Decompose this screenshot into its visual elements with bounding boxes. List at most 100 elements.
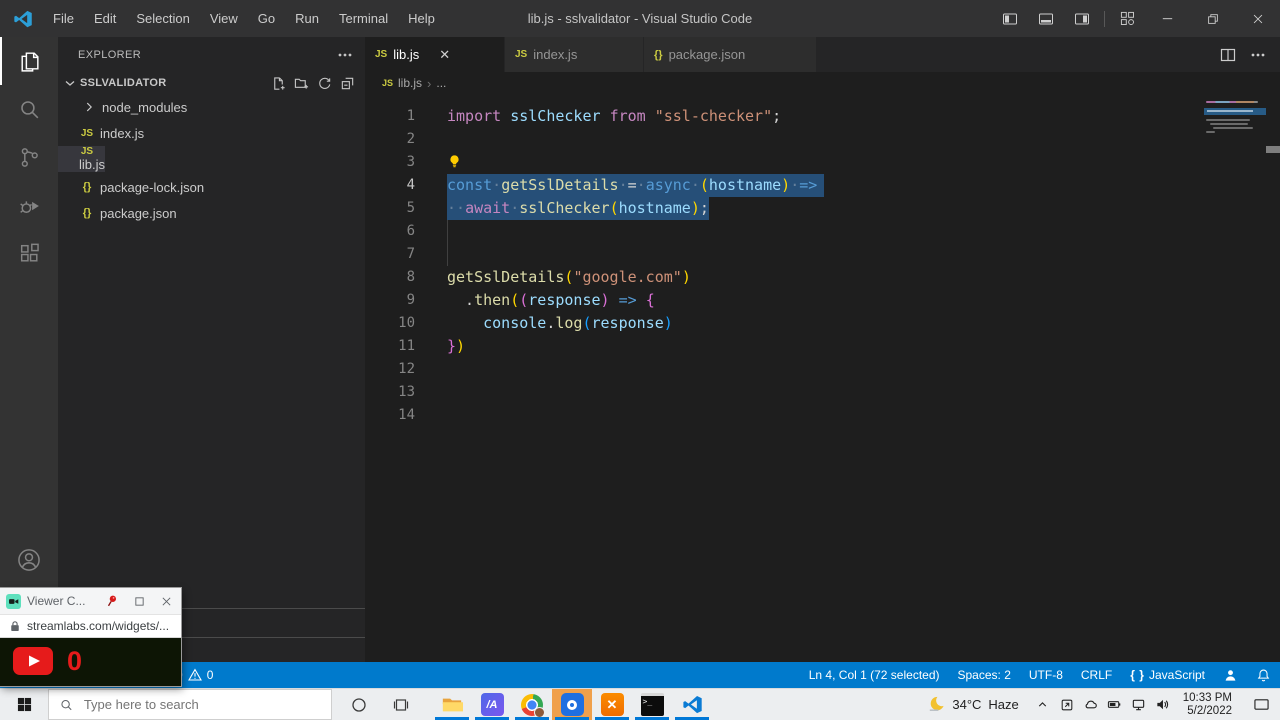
refresh-icon[interactable]: [317, 76, 332, 91]
minimize-button[interactable]: [1145, 0, 1190, 37]
close-button[interactable]: [1235, 0, 1280, 37]
weather-status[interactable]: 34°C Haze: [914, 695, 1030, 714]
account-icon[interactable]: [0, 536, 58, 584]
tree-item-lib-js[interactable]: JS lib.js: [58, 146, 105, 172]
cortana-icon[interactable]: [340, 689, 378, 720]
tree-item-package-lock-json[interactable]: {} package-lock.json: [58, 174, 365, 200]
code-line[interactable]: 12: [365, 358, 1280, 381]
language-mode-status[interactable]: { } JavaScript: [1121, 662, 1214, 688]
taskbar-clock[interactable]: 10:33 PM 5/2/2022: [1175, 692, 1242, 718]
code-line[interactable]: 14: [365, 404, 1280, 427]
taskbar-search[interactable]: [48, 689, 332, 720]
menu-edit[interactable]: Edit: [84, 11, 126, 26]
code-line[interactable]: 6: [365, 220, 1280, 243]
menu-file[interactable]: File: [43, 11, 84, 26]
restore-button[interactable]: [1190, 0, 1235, 37]
taskbar-app-command-prompt[interactable]: >_: [632, 689, 672, 720]
split-editor-icon[interactable]: [1220, 47, 1236, 63]
tab-close-icon[interactable]: ✕: [439, 47, 450, 63]
pin-icon[interactable]: [105, 594, 119, 608]
menu-go[interactable]: Go: [248, 11, 285, 26]
explorer-more-actions-icon[interactable]: [337, 47, 353, 63]
cursor-position-status[interactable]: Ln 4, Col 1 (72 selected): [800, 662, 949, 688]
selection-highlight: ··await·sslChecker(hostname);: [447, 197, 709, 220]
toggle-panel-icon[interactable]: [1028, 0, 1064, 37]
action-center-icon[interactable]: [1242, 697, 1280, 712]
menu-view[interactable]: View: [200, 11, 248, 26]
menu-terminal[interactable]: Terminal: [329, 11, 398, 26]
indentation-status[interactable]: Spaces: 2: [949, 662, 1020, 688]
taskbar-app-file-explorer[interactable]: [432, 689, 472, 720]
streamlabs-favicon: [6, 594, 21, 609]
code-area[interactable]: 1import sslChecker from "ssl-checker";23…: [365, 94, 1280, 662]
warning-count: 0: [207, 668, 214, 682]
menu-help[interactable]: Help: [398, 11, 445, 26]
scrollbar[interactable]: [1266, 94, 1280, 662]
editor-more-actions-icon[interactable]: [1250, 47, 1266, 63]
folder-section-header[interactable]: SSLVALIDATOR: [58, 72, 365, 94]
line-number: 11: [365, 335, 447, 358]
new-folder-icon[interactable]: [294, 76, 309, 91]
code-line[interactable]: 9 .then((response) => {: [365, 289, 1280, 312]
tray-ime-icon[interactable]: [1055, 698, 1079, 712]
collapse-folders-icon[interactable]: [340, 76, 355, 91]
viewer-address-bar[interactable]: streamlabs.com/widgets/...: [0, 614, 181, 638]
battery-icon[interactable]: [1103, 697, 1127, 712]
taskbar-app-slash-a[interactable]: /A: [472, 689, 512, 720]
code-line[interactable]: 3: [365, 151, 1280, 174]
breadcrumb-file[interactable]: lib.js: [398, 76, 422, 90]
code-line[interactable]: 1import sslChecker from "ssl-checker";: [365, 105, 1280, 128]
source-control-icon[interactable]: [0, 133, 58, 181]
viewer-count-window[interactable]: Viewer C... streamlabs.com/widgets/... 0: [0, 588, 181, 686]
new-file-icon[interactable]: [271, 76, 286, 91]
start-button[interactable]: [0, 689, 48, 720]
customize-layout-icon[interactable]: [1109, 0, 1145, 37]
braces-icon: { }: [1130, 668, 1145, 682]
feedback-icon[interactable]: [1214, 662, 1247, 688]
minimap[interactable]: [1204, 98, 1266, 258]
taskbar-app-xampp[interactable]: ✕: [592, 689, 632, 720]
code-line[interactable]: 13: [365, 381, 1280, 404]
line-content: console.log(response): [447, 312, 673, 335]
network-icon[interactable]: [1127, 697, 1151, 712]
taskbar-app-streamlabs[interactable]: [552, 689, 592, 720]
tab-package-json[interactable]: {} package.json: [644, 37, 817, 72]
eol-status[interactable]: CRLF: [1072, 662, 1121, 688]
task-view-icon[interactable]: [382, 689, 420, 720]
taskbar-app-chrome[interactable]: [512, 689, 552, 720]
breadcrumb-symbol[interactable]: ...: [436, 76, 446, 90]
code-line[interactable]: 2: [365, 128, 1280, 151]
code-line[interactable]: 8getSslDetails("google.com"): [365, 266, 1280, 289]
code-line[interactable]: 7: [365, 243, 1280, 266]
explorer-icon[interactable]: [0, 37, 58, 85]
code-line[interactable]: 4const·getSslDetails·=·async·(hostname)·…: [365, 174, 1280, 197]
encoding-status[interactable]: UTF-8: [1020, 662, 1072, 688]
weather-haze-icon: [926, 695, 945, 714]
tray-chevron-up-icon[interactable]: [1031, 698, 1055, 711]
volume-icon[interactable]: [1151, 697, 1175, 712]
viewer-maximize-icon[interactable]: [134, 596, 145, 607]
run-debug-icon[interactable]: [0, 181, 58, 229]
toggle-secondary-sidebar-icon[interactable]: [1064, 0, 1100, 37]
tab-lib-js[interactable]: JS lib.js ✕: [365, 37, 505, 72]
viewer-window-titlebar[interactable]: Viewer C...: [0, 588, 181, 614]
code-line[interactable]: 11}): [365, 335, 1280, 358]
notifications-bell-icon[interactable]: [1247, 662, 1280, 688]
tree-item-node-modules[interactable]: node_modules: [58, 94, 365, 120]
tab-index-js[interactable]: JS index.js: [505, 37, 644, 72]
taskbar-app-vscode[interactable]: [672, 689, 712, 720]
search-icon[interactable]: [0, 85, 58, 133]
breadcrumb[interactable]: JS lib.js › ...: [365, 72, 1280, 94]
menu-selection[interactable]: Selection: [126, 11, 199, 26]
onedrive-cloud-icon[interactable]: [1079, 697, 1103, 712]
viewer-close-icon[interactable]: [161, 596, 172, 607]
lightbulb-icon[interactable]: [447, 154, 464, 169]
toggle-primary-sidebar-icon[interactable]: [992, 0, 1028, 37]
extensions-icon[interactable]: [0, 229, 58, 277]
tree-item-package-json[interactable]: {} package.json: [58, 200, 365, 226]
search-input[interactable]: [82, 696, 320, 713]
code-line[interactable]: 5··await·sslChecker(hostname);: [365, 197, 1280, 220]
menu-run[interactable]: Run: [285, 11, 329, 26]
tree-item-index-js[interactable]: JS index.js: [58, 120, 365, 146]
code-line[interactable]: 10 console.log(response): [365, 312, 1280, 335]
